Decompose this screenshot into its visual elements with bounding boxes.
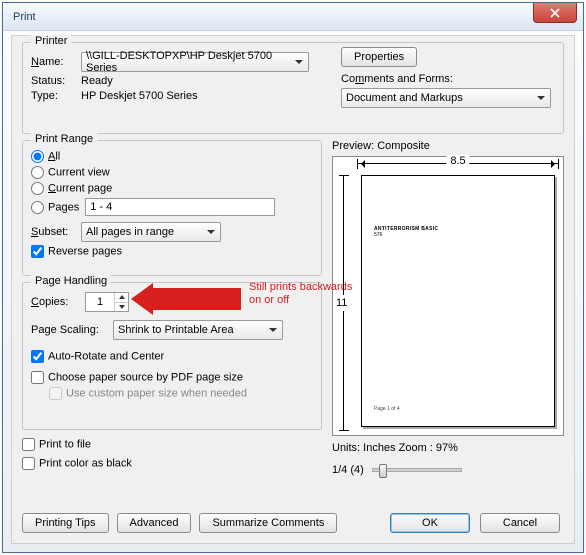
printer-group: Printer Name: \\GILL-DESKTOPXP\HP Deskje… (22, 42, 564, 134)
range-current-page[interactable]: Current page (31, 182, 112, 195)
print-range-legend: Print Range (31, 133, 97, 145)
range-current-view-radio[interactable] (31, 166, 44, 179)
custom-paper-size: Use custom paper size when needed (49, 387, 247, 400)
print-to-file-checkbox[interactable] (22, 438, 35, 451)
printing-tips-button[interactable]: Printing Tips (22, 513, 109, 533)
page-indicator: 1/4 (4) (332, 464, 364, 476)
subset-label: Subset: (31, 226, 81, 238)
auto-rotate-checkbox[interactable] (31, 350, 44, 363)
close-button[interactable] (533, 3, 577, 23)
preview-doc-title: ANTITERRORISM BASIC (374, 226, 438, 232)
close-icon (550, 8, 560, 18)
preview-label: Preview: Composite (332, 140, 564, 152)
print-color-as-black-checkbox[interactable] (22, 457, 35, 470)
range-all[interactable]: All (31, 150, 60, 163)
scaling-select[interactable]: Shrink to Printable Area (113, 320, 283, 340)
slider-thumb[interactable] (379, 464, 387, 478)
range-all-radio[interactable] (31, 150, 44, 163)
dialog-body: Printer Name: \\GILL-DESKTOPXP\HP Deskje… (11, 35, 575, 544)
comments-label: Comments and Forms: (341, 73, 453, 85)
titlebar[interactable]: Print (3, 3, 583, 31)
custom-paper-size-checkbox (49, 387, 62, 400)
type-value: HP Deskjet 5700 Series (81, 90, 198, 102)
auto-rotate[interactable]: Auto-Rotate and Center (31, 350, 164, 363)
ruler-horizontal: 8.5 (357, 157, 559, 171)
collate: Collate (159, 296, 210, 309)
page-handling-legend: Page Handling (31, 275, 111, 287)
summarize-comments-button[interactable]: Summarize Comments (199, 513, 337, 533)
printer-legend: Printer (31, 35, 71, 47)
range-pages[interactable]: Pages (31, 201, 79, 214)
printer-name-select[interactable]: \\GILL-DESKTOPXP\HP Deskjet 5700 Series (81, 52, 309, 72)
copies-input[interactable] (86, 293, 114, 311)
choose-paper-source-checkbox[interactable] (31, 371, 44, 384)
comments-select[interactable]: Document and Markups (341, 88, 551, 108)
preview-box: 8.5 11 ANTITERRORISM BASIC 576 Page 1 of… (332, 156, 564, 436)
pages-input[interactable] (85, 198, 275, 216)
spinner-up-icon[interactable] (115, 293, 128, 303)
print-dialog: Print Printer Name: \\GILL-DESKTOPXP\HP … (2, 2, 584, 553)
advanced-button[interactable]: Advanced (117, 513, 192, 533)
type-label: Type: (31, 90, 81, 102)
preview-doc-sub: 576 (374, 232, 382, 238)
status-value: Ready (81, 75, 113, 87)
print-range-group: Print Range All Current view Current pag… (22, 140, 322, 276)
print-to-file[interactable]: Print to file (22, 438, 91, 451)
print-color-as-black[interactable]: Print color as black (22, 457, 132, 470)
page-handling-group: Page Handling Copies: Collate (22, 282, 322, 430)
choose-paper-source[interactable]: Choose paper source by PDF page size (31, 371, 243, 384)
preview-width: 8.5 (446, 155, 469, 167)
copies-spinner[interactable] (85, 292, 129, 312)
window-title: Print (13, 11, 36, 23)
scaling-label: Page Scaling: (31, 324, 113, 336)
ruler-vertical: 11 (337, 175, 351, 431)
range-current-view[interactable]: Current view (31, 166, 110, 179)
status-label: Status: (31, 75, 81, 87)
preview-page: ANTITERRORISM BASIC 576 Page 1 of 4 (361, 175, 555, 427)
ok-button[interactable]: OK (390, 513, 470, 533)
collate-checkbox (159, 296, 172, 309)
units-zoom-label: Units: Inches Zoom : 97% (332, 442, 564, 454)
subset-select[interactable]: All pages in range (81, 222, 221, 242)
range-current-page-radio[interactable] (31, 182, 44, 195)
reverse-pages-checkbox[interactable] (31, 245, 44, 258)
cancel-button[interactable]: Cancel (480, 513, 560, 533)
name-label: Name: (31, 56, 81, 68)
reverse-pages[interactable]: Reverse pages (31, 245, 122, 258)
copies-label: Copies: (31, 296, 85, 308)
preview-doc-foot: Page 1 of 4 (374, 406, 400, 412)
properties-button[interactable]: Properties (341, 47, 417, 67)
zoom-slider[interactable] (372, 468, 462, 472)
spinner-down-icon[interactable] (115, 303, 128, 312)
range-pages-radio[interactable] (31, 201, 44, 214)
preview-height: 11 (336, 295, 347, 311)
